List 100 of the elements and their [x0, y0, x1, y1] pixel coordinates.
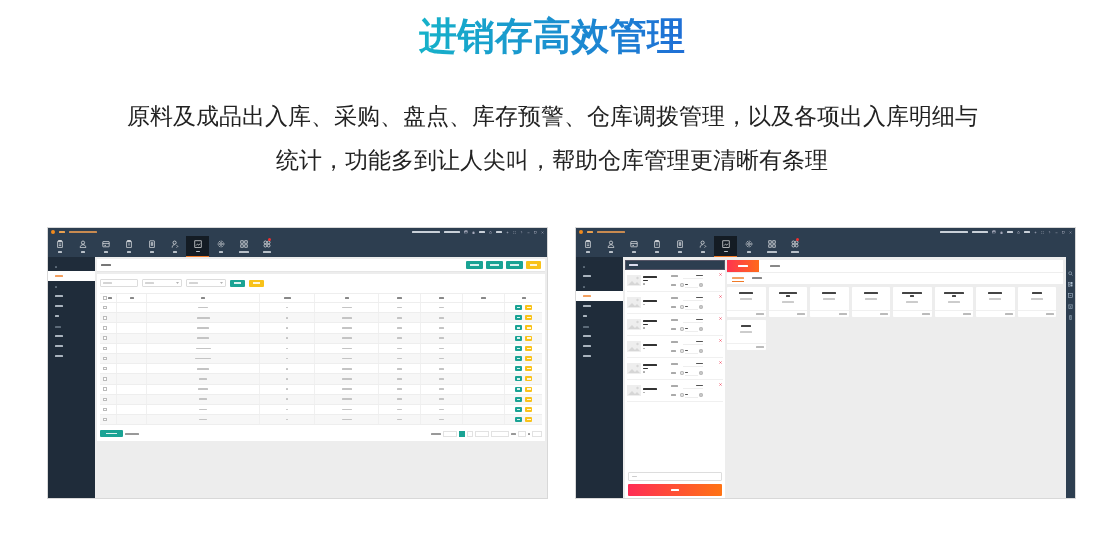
quantity-field[interactable] — [685, 282, 698, 288]
remark-field[interactable] — [628, 472, 722, 481]
box-icon[interactable] — [1068, 293, 1073, 298]
category-tab[interactable] — [727, 260, 759, 272]
illegible-text — [696, 362, 703, 365]
checkbox[interactable] — [103, 296, 107, 300]
quantity-field[interactable] — [685, 370, 698, 376]
power-icon[interactable] — [489, 230, 492, 234]
power-icon[interactable] — [1017, 230, 1020, 234]
subcategory-tab[interactable] — [732, 275, 744, 282]
ruler-icon[interactable] — [1068, 315, 1073, 320]
checkbox[interactable] — [103, 377, 107, 381]
delete-icon[interactable] — [719, 317, 722, 320]
checkbox[interactable] — [103, 346, 107, 351]
plus-icon[interactable] — [699, 327, 703, 331]
circles-icon — [790, 240, 799, 249]
plus-icon[interactable] — [699, 283, 703, 287]
price-field[interactable] — [683, 383, 703, 389]
product-card[interactable] — [727, 287, 766, 317]
delete-icon[interactable] — [719, 339, 722, 342]
maximize-icon[interactable] — [534, 230, 537, 234]
price-field[interactable] — [683, 361, 703, 367]
price-field[interactable] — [683, 317, 703, 323]
quantity-field[interactable] — [685, 348, 698, 354]
illegible-text — [696, 340, 703, 343]
notification-badge — [796, 238, 799, 241]
checkbox[interactable] — [103, 417, 107, 422]
action-button[interactable] — [466, 261, 483, 269]
price-field[interactable] — [683, 295, 703, 301]
illegible-text — [685, 393, 688, 396]
product-card[interactable] — [851, 287, 890, 317]
action-button[interactable] — [486, 261, 503, 269]
checkbox[interactable] — [103, 305, 107, 310]
plus-icon[interactable] — [699, 349, 703, 353]
checkbox[interactable] — [103, 397, 107, 402]
subcategory-tab[interactable] — [752, 275, 762, 282]
product-card[interactable] — [893, 287, 932, 317]
checkbox[interactable] — [103, 387, 107, 391]
checkbox[interactable] — [103, 366, 107, 371]
illegible-text — [197, 367, 209, 370]
product-card[interactable] — [768, 287, 807, 317]
quantity-field[interactable] — [685, 326, 698, 332]
nav-tab[interactable] — [186, 236, 209, 257]
search-button[interactable] — [230, 279, 245, 287]
minus-icon[interactable] — [680, 305, 684, 309]
gear-icon — [744, 240, 753, 249]
nav-tab[interactable] — [714, 236, 737, 257]
action-button[interactable] — [526, 261, 541, 269]
maximize-icon[interactable] — [1062, 230, 1065, 234]
plus-icon[interactable] — [699, 371, 703, 375]
image-placeholder-icon — [627, 275, 641, 286]
minus-icon[interactable] — [680, 349, 684, 353]
delete-icon[interactable] — [719, 273, 722, 276]
illegible-text — [341, 398, 352, 401]
export-button[interactable] — [249, 279, 264, 287]
person-icon — [78, 240, 87, 249]
help-icon[interactable] — [1048, 230, 1051, 234]
action-button[interactable] — [506, 261, 523, 269]
illegible-text — [439, 367, 444, 370]
page-button[interactable] — [459, 430, 465, 437]
plus-icon[interactable] — [699, 305, 703, 309]
search-icon[interactable] — [1068, 271, 1073, 276]
grid-icon[interactable] — [1068, 282, 1073, 287]
page-number-field[interactable] — [518, 430, 526, 437]
price-field[interactable] — [683, 339, 703, 345]
lock-icon[interactable] — [1000, 230, 1003, 234]
checkbox[interactable] — [103, 407, 107, 412]
minus-icon[interactable] — [680, 283, 684, 287]
tag-icon[interactable] — [1068, 304, 1073, 309]
price-field[interactable] — [683, 273, 703, 279]
product-card[interactable] — [810, 287, 849, 317]
search-field[interactable] — [100, 279, 138, 287]
delete-icon[interactable] — [719, 383, 722, 386]
document-icon — [675, 240, 684, 249]
fullscreen-icon[interactable] — [1041, 230, 1044, 234]
delete-icon[interactable] — [719, 361, 722, 364]
product-card[interactable] — [976, 287, 1015, 317]
checkbox[interactable] — [103, 326, 107, 330]
illegible-text — [632, 475, 637, 478]
help-icon[interactable] — [520, 230, 523, 234]
checkbox[interactable] — [103, 336, 107, 340]
delete-icon[interactable] — [719, 295, 722, 298]
product-card[interactable] — [934, 287, 973, 317]
plus-icon[interactable] — [699, 393, 703, 397]
illegible-text — [439, 398, 444, 401]
minus-icon[interactable] — [680, 371, 684, 375]
quantity-field[interactable] — [685, 392, 698, 398]
checkbox[interactable] — [103, 356, 107, 361]
lock-icon[interactable] — [472, 230, 475, 234]
fullscreen-icon[interactable] — [513, 230, 516, 234]
minus-icon[interactable] — [680, 327, 684, 331]
person-icon — [606, 240, 615, 249]
logo-icon — [51, 230, 55, 234]
category-select[interactable] — [142, 279, 182, 287]
batch-button[interactable] — [100, 430, 123, 438]
minus-icon[interactable] — [680, 393, 684, 397]
illegible-text — [341, 347, 352, 350]
checkbox[interactable] — [103, 316, 107, 320]
subcategory-select[interactable] — [186, 279, 226, 287]
quantity-field[interactable] — [685, 304, 698, 310]
